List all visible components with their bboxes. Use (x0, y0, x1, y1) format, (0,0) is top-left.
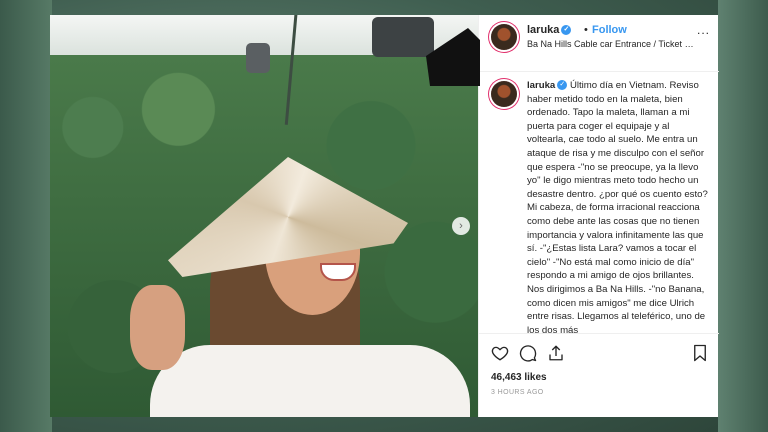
post-photo[interactable]: › (50, 15, 478, 417)
post-timestamp[interactable]: 3 HOURS AGO (491, 389, 544, 396)
post-caption: laruka ✓ Último día en Vietnam. Reviso ha… (527, 79, 709, 333)
more-options-button[interactable]: ... (697, 23, 710, 37)
comment-icon[interactable] (519, 344, 537, 362)
caption-username[interactable]: laruka (527, 80, 555, 91)
post-side-panel: laruka ✓ • Follow Ba Na Hills Cable car E… (478, 15, 719, 417)
bookmark-icon[interactable] (691, 344, 709, 362)
caption-text: Último día en Vietnam. Reviso haber meti… (527, 80, 708, 333)
follow-button[interactable]: Follow (592, 24, 627, 36)
username-text[interactable]: laruka (527, 24, 559, 36)
comments-section[interactable]: laruka ✓ Último día en Vietnam. Reviso ha… (479, 71, 719, 333)
username-link[interactable]: laruka ✓ (527, 24, 572, 36)
instagram-post-card: › laruka ✓ • Follow Ba Na Hills Cable car… (50, 15, 719, 417)
location-link[interactable]: Ba Na Hills Cable car Entrance / Ticket … (527, 39, 697, 49)
user-avatar[interactable] (491, 24, 517, 50)
header-separator: • (584, 24, 588, 36)
likes-count[interactable]: 46,463 likes (491, 372, 547, 383)
post-header: laruka ✓ • Follow Ba Na Hills Cable car E… (479, 15, 719, 72)
photo-hand (130, 285, 185, 370)
heart-icon[interactable] (491, 344, 509, 362)
next-photo-button[interactable]: › (452, 217, 470, 235)
photo-cable-car-small (246, 43, 270, 73)
photo-white-shirt (150, 345, 470, 417)
background-right-blur (718, 0, 768, 432)
caption-verified-icon: ✓ (557, 80, 568, 91)
background-left-blur (0, 0, 52, 432)
caption-avatar[interactable] (491, 81, 517, 107)
verified-badge-icon: ✓ (561, 25, 572, 36)
black-pointer-arrow-icon (426, 28, 480, 86)
post-actions: 46,463 likes 3 HOURS AGO (479, 333, 719, 418)
share-icon[interactable] (547, 344, 565, 362)
